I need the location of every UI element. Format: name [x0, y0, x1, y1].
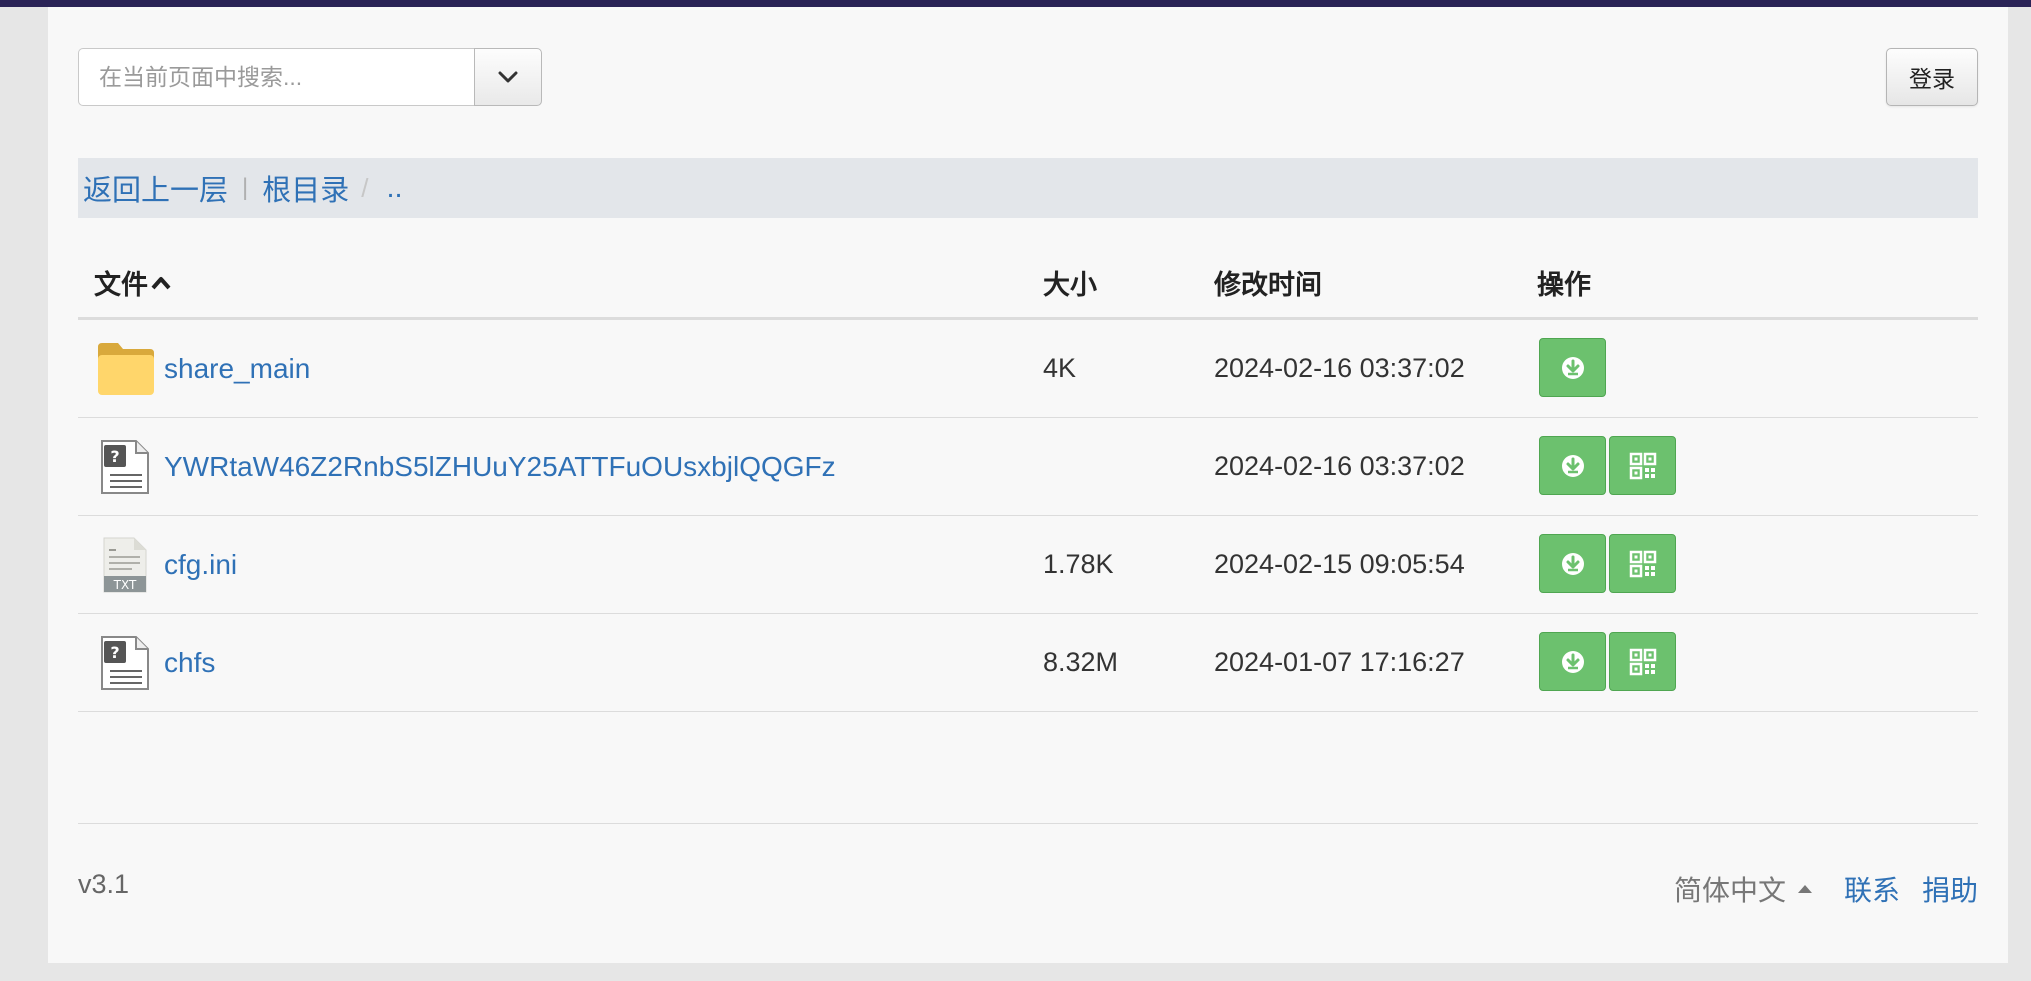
table-row: ? YWRtaW46Z2RnbS5lZHUuY25ATTFuOUsxbjlQQG…	[78, 418, 1978, 516]
txt-file-icon: TXT	[102, 516, 148, 613]
column-name-label: 文件	[94, 270, 148, 300]
column-name-header[interactable]: 文件	[94, 263, 172, 302]
file-size: 1.78K	[1043, 549, 1114, 579]
unknown-file-icon: ?	[100, 614, 150, 711]
folder-icon	[96, 320, 156, 417]
file-size: 4K	[1043, 353, 1077, 383]
current-dir-link[interactable]: ..	[387, 172, 403, 205]
qrcode-button[interactable]	[1609, 534, 1676, 593]
main-panel: 登录 返回上一层 | 根目录 / .. 文件 大小 修改时间 操作	[48, 7, 2008, 963]
unknown-file-icon: ?	[100, 418, 150, 515]
caret-up-icon	[1797, 885, 1812, 893]
search-group	[78, 48, 542, 106]
qrcode-icon	[1629, 452, 1656, 479]
language-selector[interactable]: 简体中文	[1674, 869, 1844, 909]
contact-link[interactable]: 联系	[1844, 869, 1900, 909]
file-mtime: 2024-02-16 03:37:02	[1214, 451, 1465, 481]
language-label: 简体中文	[1673, 875, 1786, 906]
file-name-link[interactable]: YWRtaW46Z2RnbS5lZHUuY25ATTFuOUsxbjlQQGFz	[164, 451, 836, 483]
column-actions-header: 操作	[1537, 270, 1591, 300]
download-icon	[1561, 552, 1584, 575]
footer-divider	[78, 823, 1978, 824]
file-mtime: 2024-02-16 03:37:02	[1214, 353, 1465, 383]
sort-up-icon	[151, 276, 171, 289]
file-mtime: 2024-02-15 09:05:54	[1214, 549, 1465, 579]
file-name-link[interactable]: chfs	[164, 647, 215, 679]
file-size: 8.32M	[1043, 647, 1119, 677]
svg-text:?: ?	[110, 643, 119, 662]
table-header: 文件 大小 修改时间 操作	[78, 253, 1978, 320]
donate-link[interactable]: 捐助	[1922, 869, 1978, 909]
column-mtime-header[interactable]: 修改时间	[1214, 263, 1322, 302]
table-row: ? chfs 8.32M 2024-01-07 17:16:27	[78, 614, 1978, 712]
file-name-link[interactable]: share_main	[164, 353, 310, 385]
column-size-header[interactable]: 大小	[1043, 263, 1097, 302]
txt-label: TXT	[113, 578, 137, 592]
table-row: share_main 4K 2024-02-16 03:37:02	[78, 320, 1978, 418]
svg-text:?: ?	[110, 447, 119, 466]
footer-links: 简体中文 联系 捐助	[1674, 869, 1978, 909]
table-row: TXT cfg.ini 1.78K 2024-02-15 09:05:54	[78, 516, 1978, 614]
chevron-down-icon	[498, 71, 518, 83]
file-table: 文件 大小 修改时间 操作 share_main 4K 2024-02-16 0…	[78, 253, 1978, 712]
file-name-link[interactable]: cfg.ini	[164, 549, 237, 581]
top-bar	[0, 0, 2031, 7]
breadcrumb: 返回上一层 | 根目录 / ..	[78, 158, 1978, 218]
login-button[interactable]: 登录	[1886, 48, 1978, 106]
search-dropdown-button[interactable]	[474, 48, 542, 106]
qrcode-icon	[1629, 550, 1656, 577]
back-link[interactable]: 返回上一层	[83, 167, 228, 209]
download-button[interactable]	[1539, 338, 1606, 397]
search-input[interactable]	[78, 48, 475, 106]
download-icon	[1561, 356, 1584, 379]
qrcode-icon	[1629, 648, 1656, 675]
qrcode-button[interactable]	[1609, 436, 1676, 495]
download-button[interactable]	[1539, 534, 1606, 593]
root-link[interactable]: 根目录	[262, 167, 349, 209]
download-button[interactable]	[1539, 632, 1606, 691]
qrcode-button[interactable]	[1609, 632, 1676, 691]
download-button[interactable]	[1539, 436, 1606, 495]
breadcrumb-slash: /	[361, 172, 369, 203]
breadcrumb-separator: |	[242, 174, 249, 201]
version-label: v3.1	[78, 869, 130, 899]
file-mtime: 2024-01-07 17:16:27	[1214, 647, 1465, 677]
download-icon	[1561, 650, 1584, 673]
download-icon	[1561, 454, 1584, 477]
